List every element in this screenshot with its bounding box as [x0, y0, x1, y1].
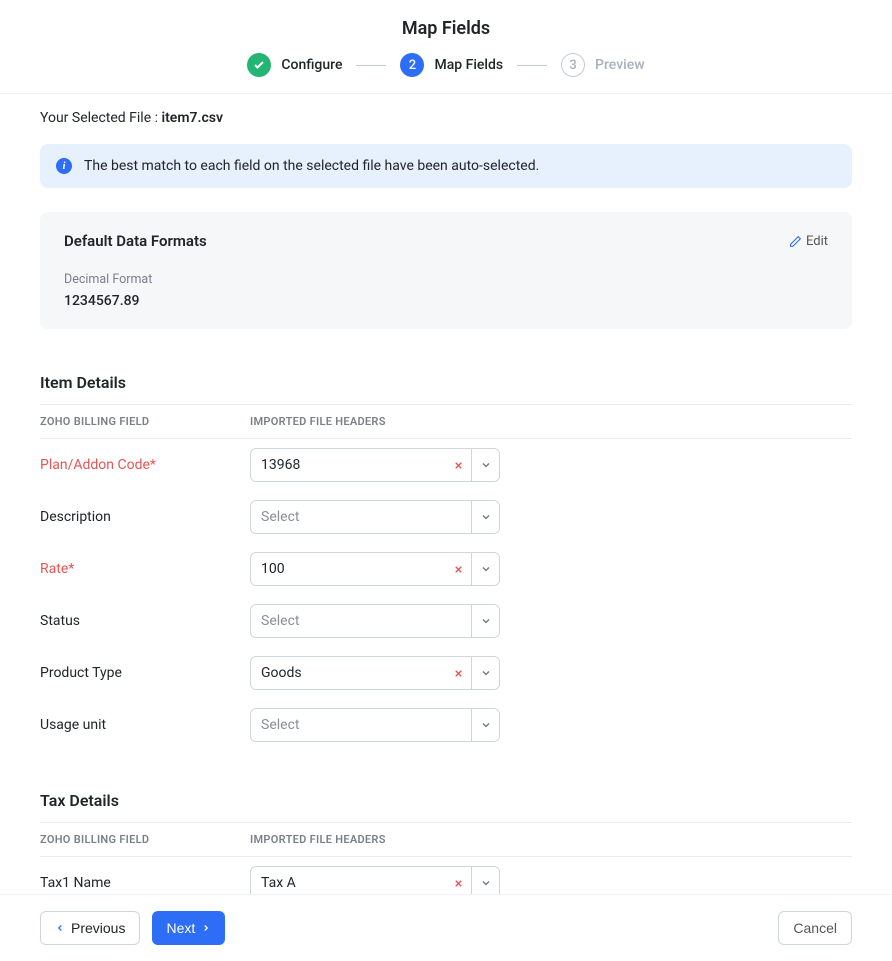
select-value: Goods	[251, 657, 445, 689]
selected-file-prefix: Your Selected File :	[40, 110, 161, 126]
select-dropdown-button[interactable]	[471, 657, 499, 689]
field-label: Product Type	[40, 647, 250, 699]
default-data-formats-card: Default Data Formats Edit Decimal Format…	[40, 212, 852, 329]
pencil-icon	[789, 235, 802, 248]
select-value: Tax A	[251, 867, 445, 894]
previous-button[interactable]: Previous	[40, 911, 140, 945]
item-details-table: ZOHO BILLING FIELD IMPORTED FILE HEADERS…	[40, 404, 852, 751]
select-dropdown-button[interactable]	[471, 867, 499, 894]
field-mapping-select[interactable]: Select	[250, 708, 500, 742]
chevron-down-icon	[480, 563, 492, 575]
step-number: 2	[400, 53, 424, 77]
mapping-row: Product TypeGoods	[40, 647, 852, 699]
mapping-row: Usage unitSelect	[40, 699, 852, 751]
step-label: Preview	[595, 57, 645, 73]
mapping-row: Plan/Addon Code*13968	[40, 439, 852, 492]
chevron-left-icon	[55, 923, 65, 933]
col-zoho-field: ZOHO BILLING FIELD	[40, 405, 250, 439]
col-zoho-field: ZOHO BILLING FIELD	[40, 823, 250, 857]
edit-formats-button[interactable]: Edit	[789, 234, 828, 249]
step-configure: Configure	[247, 53, 342, 77]
select-value: 100	[251, 553, 445, 585]
footer-bar: Previous Next Cancel	[0, 894, 892, 961]
field-label: Plan/Addon Code*	[40, 439, 250, 492]
chevron-down-icon	[480, 719, 492, 731]
field-mapping-select[interactable]: Select	[250, 500, 500, 534]
field-mapping-select[interactable]: Tax A	[250, 866, 500, 894]
mapping-row: Tax1 NameTax A	[40, 857, 852, 895]
cancel-label: Cancel	[793, 920, 837, 936]
close-icon	[453, 878, 464, 889]
field-label: Usage unit	[40, 699, 250, 751]
close-icon	[453, 668, 464, 679]
clear-selection-button[interactable]	[445, 657, 471, 689]
field-label: Status	[40, 595, 250, 647]
field-label: Description	[40, 491, 250, 543]
chevron-down-icon	[480, 511, 492, 523]
mapping-row: Rate*100	[40, 543, 852, 595]
select-dropdown-button[interactable]	[471, 501, 499, 533]
field-mapping-select[interactable]: Select	[250, 604, 500, 638]
decimal-format-label: Decimal Format	[64, 272, 828, 287]
select-dropdown-button[interactable]	[471, 605, 499, 637]
clear-selection-button[interactable]	[445, 449, 471, 481]
next-button[interactable]: Next	[152, 911, 225, 945]
field-mapping-select[interactable]: 100	[250, 552, 500, 586]
page-title: Map Fields	[0, 18, 892, 39]
step-map-fields: 2 Map Fields	[400, 53, 503, 77]
decimal-format-value: 1234567.89	[64, 293, 828, 309]
cancel-button[interactable]: Cancel	[778, 911, 852, 945]
chevron-down-icon	[480, 459, 492, 471]
close-icon	[453, 460, 464, 471]
step-label: Configure	[281, 57, 342, 73]
item-details-title: Item Details	[40, 373, 852, 392]
auto-select-info-banner: i The best match to each field on the se…	[40, 144, 852, 188]
step-number: 3	[561, 53, 585, 77]
info-text: The best match to each field on the sele…	[84, 158, 539, 174]
edit-label: Edit	[806, 234, 828, 249]
step-connector	[356, 65, 386, 66]
col-imported-headers: IMPORTED FILE HEADERS	[250, 405, 852, 439]
chevron-down-icon	[480, 615, 492, 627]
info-icon: i	[56, 158, 72, 174]
chevron-down-icon	[480, 877, 492, 889]
clear-selection-button[interactable]	[445, 553, 471, 585]
field-mapping-select[interactable]: Goods	[250, 656, 500, 690]
step-connector	[517, 65, 547, 66]
chevron-right-icon	[201, 923, 211, 933]
tax-details-table: ZOHO BILLING FIELD IMPORTED FILE HEADERS…	[40, 822, 852, 894]
step-done-icon	[247, 53, 271, 77]
select-value: 13968	[251, 449, 445, 481]
next-label: Next	[166, 920, 195, 936]
step-preview: 3 Preview	[561, 53, 645, 77]
selected-file: Your Selected File : item7.csv	[40, 110, 852, 126]
select-value: Select	[251, 605, 471, 637]
mapping-row: StatusSelect	[40, 595, 852, 647]
col-imported-headers: IMPORTED FILE HEADERS	[250, 823, 852, 857]
field-mapping-select[interactable]: 13968	[250, 448, 500, 482]
mapping-row: DescriptionSelect	[40, 491, 852, 543]
clear-selection-button[interactable]	[445, 867, 471, 894]
tax-details-title: Tax Details	[40, 791, 852, 810]
field-label: Rate*	[40, 543, 250, 595]
selected-file-name: item7.csv	[161, 110, 223, 126]
select-dropdown-button[interactable]	[471, 553, 499, 585]
close-icon	[453, 564, 464, 575]
select-value: Select	[251, 501, 471, 533]
stepper: Configure 2 Map Fields 3 Preview	[0, 53, 892, 77]
formats-title: Default Data Formats	[64, 232, 207, 250]
chevron-down-icon	[480, 667, 492, 679]
field-label: Tax1 Name	[40, 857, 250, 895]
step-label: Map Fields	[434, 57, 503, 73]
select-value: Select	[251, 709, 471, 741]
select-dropdown-button[interactable]	[471, 709, 499, 741]
select-dropdown-button[interactable]	[471, 449, 499, 481]
previous-label: Previous	[71, 920, 125, 936]
